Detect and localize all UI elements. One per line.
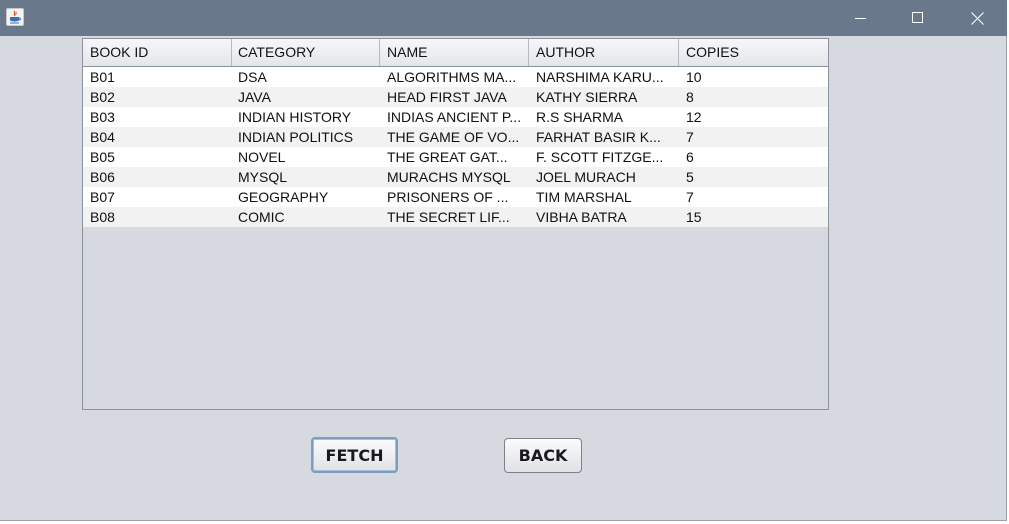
cell-copies: 7 xyxy=(686,129,694,145)
table-row[interactable]: B06 MYSQL MURACHS MYSQL JOEL MURACH 5 xyxy=(83,167,828,187)
cell-name: THE SECRET LIF... xyxy=(387,209,510,225)
column-header-book-id[interactable]: BOOK ID xyxy=(83,39,232,66)
cell-author: TIM MARSHAL xyxy=(536,189,632,205)
table-row[interactable]: B01 DSA ALGORITHMS MA... NARSHIMA KARU..… xyxy=(83,67,828,87)
cell-category: JAVA xyxy=(238,89,271,105)
back-button[interactable]: BACK xyxy=(504,438,582,473)
table-row[interactable]: B07 GEOGRAPHY PRISONERS OF ... TIM MARSH… xyxy=(83,187,828,207)
column-header-category[interactable]: CATEGORY xyxy=(231,39,380,66)
cell-copies: 8 xyxy=(686,89,694,105)
column-header-name[interactable]: NAME xyxy=(380,39,529,66)
fetch-button[interactable]: FETCH xyxy=(311,437,398,473)
cell-author: F. SCOTT FITZGE... xyxy=(536,149,664,165)
cell-name: ALGORITHMS MA... xyxy=(387,69,517,85)
cell-book-id: B05 xyxy=(90,149,115,165)
cell-book-id: B03 xyxy=(90,109,115,125)
cell-book-id: B08 xyxy=(90,209,115,225)
cell-book-id: B07 xyxy=(90,189,115,205)
cell-category: GEOGRAPHY xyxy=(238,189,329,205)
cell-copies: 7 xyxy=(686,189,694,205)
cell-name: THE GREAT GAT... xyxy=(387,149,508,165)
cell-category: INDIAN HISTORY xyxy=(238,109,352,125)
books-table[interactable]: BOOK ID CATEGORY NAME AUTHOR COPIES B01 … xyxy=(82,38,829,410)
cell-author: VIBHA BATRA xyxy=(536,209,627,225)
cell-author: KATHY SIERRA xyxy=(536,89,638,105)
table-row[interactable]: B03 INDIAN HISTORY INDIAS ANCIENT P... R… xyxy=(83,107,828,127)
cell-book-id: B02 xyxy=(90,89,115,105)
close-button[interactable] xyxy=(954,0,1000,36)
cell-book-id: B01 xyxy=(90,69,115,85)
cell-category: COMIC xyxy=(238,209,285,225)
cell-name: MURACHS MYSQL xyxy=(387,169,511,185)
title-bar[interactable] xyxy=(0,0,1007,36)
java-app-icon[interactable] xyxy=(6,8,24,26)
column-header-copies[interactable]: COPIES xyxy=(679,39,828,66)
cell-copies: 10 xyxy=(686,69,702,85)
cell-copies: 6 xyxy=(686,149,694,165)
cell-author: NARSHIMA KARU... xyxy=(536,69,664,85)
cell-name: PRISONERS OF ... xyxy=(387,189,509,205)
close-icon xyxy=(970,11,984,25)
table-row[interactable]: B04 INDIAN POLITICS THE GAME OF VO... FA… xyxy=(83,127,828,147)
cell-copies: 5 xyxy=(686,169,694,185)
maximize-icon xyxy=(912,12,923,23)
cell-author: FARHAT BASIR K... xyxy=(536,129,661,145)
table-header: BOOK ID CATEGORY NAME AUTHOR COPIES xyxy=(83,39,828,67)
cell-name: HEAD FIRST JAVA xyxy=(387,89,507,105)
cell-author: R.S SHARMA xyxy=(536,109,624,125)
minimize-icon xyxy=(855,18,866,19)
cell-copies: 15 xyxy=(686,209,702,225)
column-header-author[interactable]: AUTHOR xyxy=(529,39,679,66)
app-window: BOOK ID CATEGORY NAME AUTHOR COPIES B01 … xyxy=(0,0,1007,521)
cell-category: INDIAN POLITICS xyxy=(238,129,354,145)
cell-name: INDIAS ANCIENT P... xyxy=(387,109,522,125)
cell-category: DSA xyxy=(238,69,267,85)
table-row[interactable]: B08 COMIC THE SECRET LIF... VIBHA BATRA … xyxy=(83,207,828,227)
table-row[interactable]: B02 JAVA HEAD FIRST JAVA KATHY SIERRA 8 xyxy=(83,87,828,107)
cell-category: NOVEL xyxy=(238,149,286,165)
cell-book-id: B06 xyxy=(90,169,115,185)
table-row[interactable]: B05 NOVEL THE GREAT GAT... F. SCOTT FITZ… xyxy=(83,147,828,167)
cell-name: THE GAME OF VO... xyxy=(387,129,520,145)
cell-book-id: B04 xyxy=(90,129,115,145)
cell-author: JOEL MURACH xyxy=(536,169,636,185)
cell-copies: 12 xyxy=(686,109,702,125)
cell-category: MYSQL xyxy=(238,169,288,185)
maximize-button[interactable] xyxy=(895,0,941,36)
minimize-button[interactable] xyxy=(838,0,884,36)
